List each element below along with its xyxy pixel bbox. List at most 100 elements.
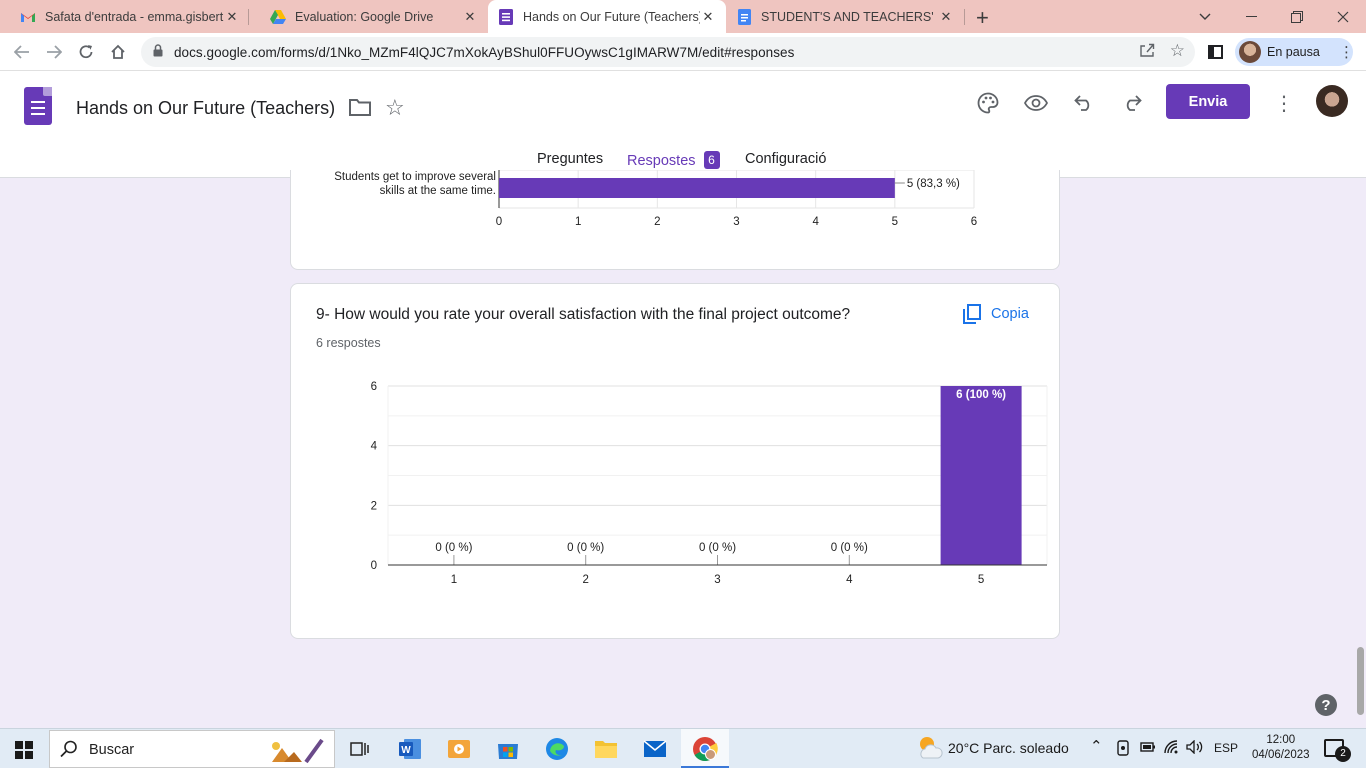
google-docs-icon xyxy=(736,8,752,25)
copy-chart-button[interactable]: Copia xyxy=(963,304,1029,324)
taskbar-clock[interactable]: 12:00 04/06/2023 xyxy=(1252,733,1310,763)
x-tick-label: 3 xyxy=(733,216,739,228)
bar[interactable] xyxy=(499,178,895,198)
close-tab-icon[interactable]: ✕ xyxy=(938,9,954,25)
microsoft-store-icon[interactable] xyxy=(494,735,522,763)
wifi-icon[interactable] xyxy=(1164,740,1180,757)
account-avatar[interactable] xyxy=(1316,85,1348,117)
file-explorer-icon[interactable] xyxy=(592,735,620,763)
data-label: 0 (0 %) xyxy=(699,542,736,554)
y-tick-label: 6 xyxy=(371,381,377,393)
question-9-card: 9- How would you rate your overall satis… xyxy=(290,283,1060,639)
browser-menu-icon[interactable]: ⋮ xyxy=(1339,43,1354,61)
share-icon[interactable] xyxy=(1139,43,1155,60)
x-tick-label: 5 xyxy=(892,216,898,228)
preview-eye-icon[interactable] xyxy=(1024,91,1048,115)
address-bar[interactable]: docs.google.com/forms/d/1Nko_MZmF4lQJC7m… xyxy=(141,37,1195,67)
page-scrollbar-track[interactable] xyxy=(1355,178,1366,728)
google-drive-icon xyxy=(270,9,286,25)
tab-responses[interactable]: Respostes 6 xyxy=(627,151,720,169)
redo-icon[interactable] xyxy=(1120,91,1144,115)
y-tick-label: 0 xyxy=(371,560,377,572)
reload-icon[interactable] xyxy=(74,41,98,63)
data-label: 0 (0 %) xyxy=(567,542,604,554)
x-tick-label: 1 xyxy=(451,574,457,586)
close-tab-icon[interactable]: ✕ xyxy=(462,9,478,25)
data-label: 6 (100 %) xyxy=(956,389,1006,401)
task-view-icon[interactable] xyxy=(346,735,374,763)
folder-icon[interactable] xyxy=(349,99,371,121)
media-player-icon[interactable] xyxy=(445,735,473,763)
mail-app-icon[interactable] xyxy=(641,735,669,763)
tab-questions[interactable]: Preguntes xyxy=(537,151,603,167)
send-button[interactable]: Envia xyxy=(1166,84,1250,119)
bar-row-label-line1: Students get to improve several xyxy=(334,171,496,183)
palette-icon[interactable] xyxy=(976,91,1000,115)
profile-button[interactable]: En pausa ⋮ xyxy=(1235,38,1354,66)
x-tick-label: 5 xyxy=(978,574,984,586)
tab-forms-active[interactable]: Hands on Our Future (Teachers) - ✕ xyxy=(488,0,726,33)
bookmark-star-icon[interactable]: ☆ xyxy=(1170,41,1185,61)
tray-expand-chevron-icon[interactable]: ⌃ xyxy=(1090,737,1103,755)
browser-toolbar: docs.google.com/forms/d/1Nko_MZmF4lQJC7m… xyxy=(0,33,1366,71)
edge-browser-icon[interactable] xyxy=(543,735,571,763)
y-tick-label: 4 xyxy=(371,441,378,453)
tab-drive[interactable]: Evaluation: Google Drive ✕ xyxy=(250,0,488,33)
star-icon[interactable]: ☆ xyxy=(385,95,405,121)
question-9-chart: 0 (0 %) 0 (0 %) 0 (0 %) 0 (0 %) 6 (100 %) 0 2… xyxy=(371,381,1048,586)
side-panel-icon[interactable] xyxy=(1208,45,1223,59)
x-tick-label: 6 xyxy=(971,216,977,228)
tray-meet-icon[interactable] xyxy=(1116,740,1130,759)
data-label: 0 (0 %) xyxy=(435,542,472,554)
close-tab-icon[interactable]: ✕ xyxy=(224,9,240,25)
forms-header: Hands on Our Future (Teachers) ☆ Envia ⋮… xyxy=(0,71,1366,178)
tab-search-chevron-icon[interactable] xyxy=(1182,0,1228,33)
input-language[interactable]: ESP xyxy=(1214,741,1238,755)
home-icon[interactable] xyxy=(106,41,130,63)
close-window-icon[interactable] xyxy=(1320,0,1366,33)
page-scrollbar-thumb[interactable] xyxy=(1357,647,1364,715)
gmail-icon xyxy=(20,9,36,25)
lock-icon[interactable] xyxy=(153,44,163,62)
tab-gmail[interactable]: Safata d'entrada - emma.gisbert@ ✕ xyxy=(0,0,250,33)
taskbar-search[interactable]: Buscar xyxy=(49,730,335,768)
profile-avatar-icon xyxy=(1239,41,1261,63)
back-arrow-icon[interactable] xyxy=(10,41,34,63)
data-label: 0 (0 %) xyxy=(831,542,868,554)
tab-docs[interactable]: STUDENT'S AND TEACHERS' EVA ✕ xyxy=(726,0,964,33)
undo-icon[interactable] xyxy=(1072,91,1096,115)
x-tick-label: 0 xyxy=(496,216,502,228)
forward-arrow-icon[interactable] xyxy=(42,41,66,63)
x-tick-label: 2 xyxy=(654,216,660,228)
question-8-chart: Students get to improve several skills a… xyxy=(334,170,977,228)
chrome-browser-icon[interactable] xyxy=(691,735,719,763)
question-title: 9- How would you rate your overall satis… xyxy=(316,306,851,323)
close-tab-icon[interactable]: ✕ xyxy=(700,9,716,25)
more-options-icon[interactable]: ⋮ xyxy=(1274,91,1294,116)
weather-text[interactable]: 20°C Parc. soleado xyxy=(948,740,1069,756)
battery-icon[interactable] xyxy=(1140,740,1156,757)
notification-count-badge: 2 xyxy=(1335,746,1351,762)
x-tick-label: 1 xyxy=(575,216,581,228)
help-icon[interactable]: ? xyxy=(1315,694,1337,716)
weather-sun-cloud-icon[interactable] xyxy=(915,733,943,761)
responses-count-badge: 6 xyxy=(703,151,720,169)
y-tick-label: 2 xyxy=(371,500,377,512)
data-label: 5 (83,3 %) xyxy=(907,178,960,190)
bar[interactable] xyxy=(940,386,1022,565)
x-tick-label: 4 xyxy=(812,216,819,228)
tab-settings[interactable]: Configuració xyxy=(745,151,826,167)
volume-icon[interactable] xyxy=(1186,739,1204,757)
response-count: 6 respostes xyxy=(316,336,381,350)
restore-window-icon[interactable] xyxy=(1274,0,1320,33)
google-forms-logo-icon[interactable] xyxy=(24,87,52,125)
form-title[interactable]: Hands on Our Future (Teachers) xyxy=(76,98,335,119)
windows-taskbar: Buscar W 20°C Parc. soleado ⌃ ESP 12:00 … xyxy=(0,728,1366,768)
windows-start-icon[interactable] xyxy=(15,741,33,759)
word-app-icon[interactable]: W xyxy=(396,735,424,763)
url-text: docs.google.com/forms/d/1Nko_MZmF4lQJC7m… xyxy=(174,45,795,60)
copy-icon xyxy=(963,304,981,324)
new-tab-button[interactable]: + xyxy=(976,5,989,31)
search-highlight-art-icon xyxy=(262,736,330,768)
minimize-window-icon[interactable] xyxy=(1228,0,1274,33)
